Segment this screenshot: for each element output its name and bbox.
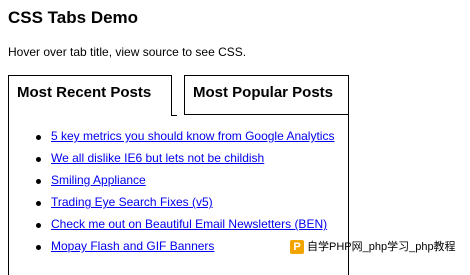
bullet-icon (36, 245, 41, 250)
post-link[interactable]: Mopay Flash and GIF Banners (51, 238, 214, 254)
bullet-icon (36, 201, 41, 206)
bullet-icon (36, 223, 41, 228)
post-link[interactable]: We all dislike IE6 but lets not be child… (51, 150, 264, 166)
post-link[interactable]: Check me out on Beautiful Email Newslett… (51, 216, 327, 232)
bullet-icon (36, 179, 41, 184)
page-title: CSS Tabs Demo (8, 8, 139, 27)
tab-most-recent-posts[interactable]: Most Recent Posts (8, 75, 172, 116)
post-link[interactable]: Trading Eye Search Fixes (v5) (51, 194, 213, 210)
bullet-icon (36, 135, 41, 140)
page-subtitle: Hover over tab title, view source to see… (8, 45, 247, 59)
post-link[interactable]: 5 key metrics you should know from Googl… (51, 128, 334, 144)
bullet-icon (36, 157, 41, 162)
tab-most-popular-posts[interactable]: Most Popular Posts (184, 75, 349, 115)
tab-panel-most-recent: 5 key metrics you should know from Googl… (8, 115, 349, 275)
post-link[interactable]: Smiling Appliance (51, 172, 146, 188)
